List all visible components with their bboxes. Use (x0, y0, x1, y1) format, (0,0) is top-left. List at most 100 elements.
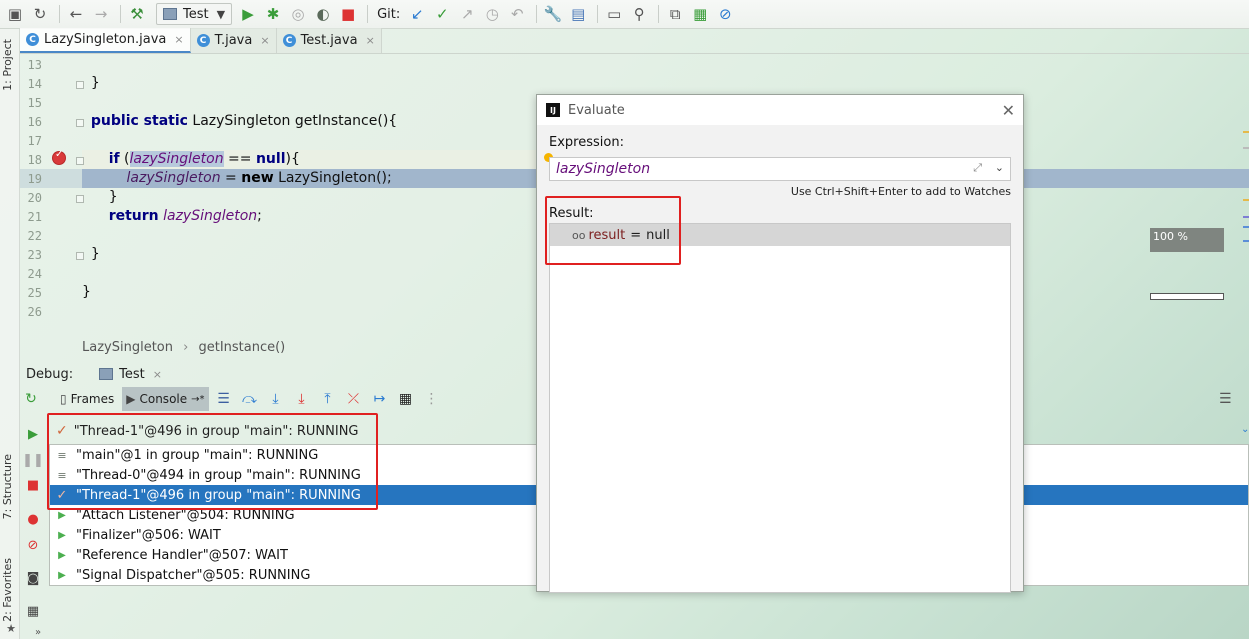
expression-value: lazySingleton (556, 161, 651, 177)
mute-breakpoints-icon[interactable]: ⊘ (25, 537, 41, 553)
annotation-box-threads (47, 413, 378, 510)
line-number: 23 (27, 248, 42, 262)
debug-label: Debug: (26, 366, 74, 382)
line-number: 15 (27, 96, 42, 110)
git-history-icon[interactable]: ◷ (481, 3, 503, 25)
stop-icon[interactable]: ■ (25, 477, 41, 493)
profile-icon[interactable]: ◐ (312, 3, 334, 25)
toolbar-divider (367, 5, 369, 23)
run-configuration-select[interactable]: Test ▼ (156, 3, 233, 25)
play-icon: ▶ (58, 529, 66, 541)
camera-icon[interactable]: ◙ (25, 570, 41, 586)
toolbar-divider (120, 5, 121, 23)
chevron-down-icon[interactable]: ⌄ (995, 161, 1004, 174)
tab-console[interactable]: ▶ Console →* (122, 387, 209, 411)
step-out-icon[interactable]: ⤒ (317, 388, 339, 410)
code-line-20: } (82, 189, 118, 205)
layout-settings-icon[interactable]: ☰ (1219, 391, 1232, 407)
settings-wrench-icon[interactable]: 🔧 (542, 3, 564, 25)
statistic-icon[interactable]: ▦ (689, 3, 711, 25)
save-icon[interactable]: ▣ (4, 3, 26, 25)
power-save-icon[interactable]: ⊘ (714, 3, 736, 25)
editor-tab-test[interactable]: C Test.java × (276, 28, 382, 53)
editor-tab-lazysingleton[interactable]: C LazySingleton.java × (20, 28, 191, 53)
search-icon[interactable]: ⚲ (628, 3, 650, 25)
run-to-cursor-icon[interactable]: ↦ (369, 388, 391, 410)
dialog-title: Evaluate (568, 102, 625, 118)
line-number: 14 (27, 77, 42, 91)
expand-icon[interactable]: ⤢ (973, 161, 982, 175)
git-update-icon[interactable]: ↙ (406, 3, 428, 25)
breakpoint-icon[interactable] (53, 149, 65, 164)
favorites-tool-window-button[interactable]: 2: Favorites (1, 558, 14, 622)
restore-layout-icon[interactable]: ▦ (25, 603, 41, 619)
git-rollback-icon[interactable]: ↶ (506, 3, 528, 25)
structure-tool-window-button[interactable]: 7: Structure (1, 454, 14, 519)
frames-icon: ▯ (60, 392, 67, 406)
forward-icon[interactable]: → (90, 3, 112, 25)
project-tool-window-button[interactable]: 1: Project (1, 39, 14, 91)
drop-frame-icon[interactable]: ⤫ (343, 388, 365, 410)
force-step-into-icon[interactable]: ⤓ (291, 388, 313, 410)
resume-icon[interactable]: ▶ (25, 426, 41, 442)
breadcrumb-class[interactable]: LazySingleton (82, 340, 173, 355)
step-into-icon[interactable]: ⤓ (265, 388, 287, 410)
star-icon[interactable]: ★ (3, 620, 19, 636)
evaluate-dialog: IJ Evaluate ✕ Expression: lazySingleton … (536, 94, 1024, 593)
editor-tab-t[interactable]: C T.java × (190, 28, 277, 53)
build-hammer-icon[interactable]: ⚒ (126, 3, 148, 25)
code-line-21: return lazySingleton; (108, 208, 262, 224)
trace-icon[interactable]: ⋮ (421, 388, 443, 410)
back-icon[interactable]: ← (65, 3, 87, 25)
java-class-icon: C (196, 34, 210, 47)
run-config-icon (163, 8, 177, 20)
close-icon[interactable]: × (153, 368, 162, 381)
stop-icon[interactable]: ■ (337, 3, 359, 25)
sync-icon[interactable]: ↻ (29, 3, 51, 25)
toolbar-divider (536, 5, 538, 23)
git-commit-icon[interactable]: ✓ (431, 3, 453, 25)
git-push-icon[interactable]: ↗ (456, 3, 478, 25)
debug-session-tab[interactable]: Test × (99, 367, 162, 382)
console-suffix: →* (191, 393, 205, 405)
percentage-badge: 100 % (1150, 228, 1224, 252)
line-number: 24 (27, 267, 42, 281)
expression-input[interactable]: lazySingleton ⤢ ⌄ (549, 157, 1011, 181)
java-class-icon: C (282, 34, 296, 47)
breadcrumb: LazySingleton › getInstance() (82, 340, 285, 358)
chevron-down-icon[interactable]: ⌄ (1241, 424, 1249, 435)
evaluate-expression-icon[interactable]: ▦ (395, 388, 417, 410)
code-line-18: if (lazySingleton == null){ (108, 151, 300, 167)
run-icon[interactable]: ▶ (237, 3, 259, 25)
view-breakpoints-icon[interactable]: ● (25, 511, 41, 527)
pause-icon[interactable]: ❚❚ (22, 452, 44, 468)
dialog-title-bar[interactable]: IJ Evaluate ✕ (537, 95, 1023, 125)
run-config-label: Test (183, 6, 209, 22)
close-icon[interactable]: × (260, 34, 269, 47)
console-tab-label: Console (139, 392, 188, 406)
close-icon[interactable]: × (174, 33, 183, 46)
rerun-icon[interactable]: ↻ (20, 388, 42, 410)
coverage-icon[interactable]: ◎ (287, 3, 309, 25)
line-number: 19 (27, 172, 42, 186)
more-icon[interactable]: » (30, 624, 46, 639)
breadcrumb-method[interactable]: getInstance() (198, 340, 285, 355)
debug-bug-icon[interactable]: ✱ (262, 3, 284, 25)
tab-frames[interactable]: ▯ Frames (56, 387, 118, 411)
step-over-icon[interactable]: ⤼ (239, 388, 261, 410)
project-structure-icon[interactable]: ▤ (567, 3, 589, 25)
code-line-16: public static LazySingleton getInstance(… (90, 113, 398, 129)
editor-gutter[interactable]: 13 14 15 16 17 18 19 20 21 22 23 24 25 2… (20, 55, 84, 335)
toolbar-divider (597, 5, 599, 23)
chevron-down-icon: ▼ (216, 7, 226, 21)
line-number: 16 (27, 115, 42, 129)
terminal-icon[interactable]: ▭ (603, 3, 625, 25)
editor-tab-bar: C LazySingleton.java × C T.java × C Test… (20, 28, 1249, 54)
close-icon[interactable]: × (366, 34, 375, 47)
menu-lines-icon[interactable]: ☰ (213, 388, 235, 410)
vcs-operations-icon[interactable]: ⧉ (664, 3, 686, 25)
close-icon[interactable]: ✕ (1002, 101, 1015, 120)
line-number: 13 (27, 58, 42, 72)
code-line-25: } (82, 284, 91, 300)
debug-session-label: Test (119, 366, 145, 382)
